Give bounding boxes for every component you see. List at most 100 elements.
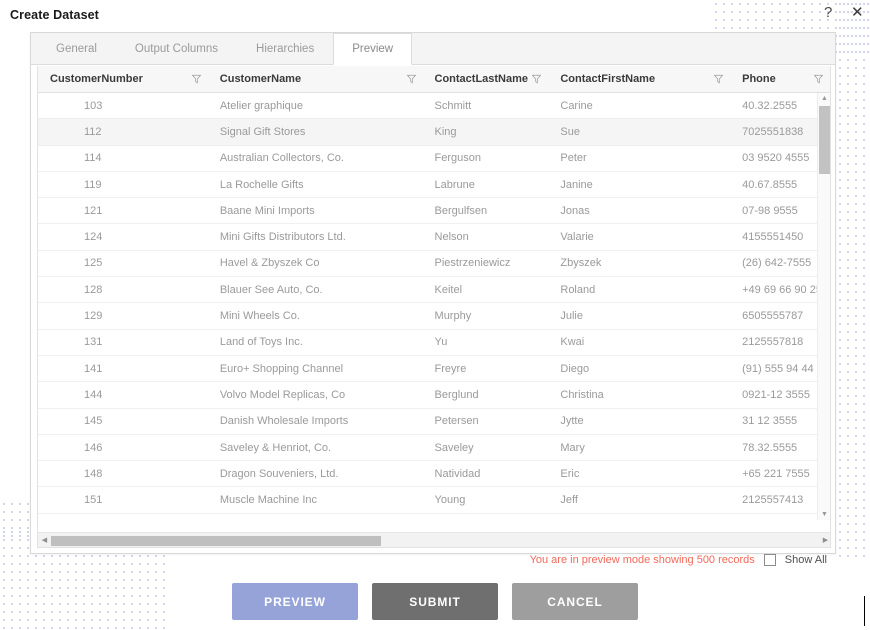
- filter-icon[interactable]: [813, 74, 823, 84]
- table-cell: Peter: [560, 152, 587, 165]
- table-cell: 151: [84, 494, 103, 507]
- column-header-label: ContactFirstName: [560, 73, 656, 85]
- tab-label: Hierarchies: [256, 43, 315, 55]
- tab-label: Output Columns: [134, 43, 219, 55]
- table-cell: Murphy: [434, 310, 472, 323]
- table-cell: 7025551838: [742, 125, 804, 138]
- text-cursor-artifact: [864, 596, 865, 626]
- table-row[interactable]: 124 Mini Gifts Distributors Ltd. Nelson Val…: [38, 224, 830, 251]
- vertical-scroll-thumb[interactable]: [819, 106, 830, 174]
- table-row[interactable]: 145 Danish Wholesale Imports Petersen Jytte…: [38, 409, 830, 435]
- table-cell: Sue: [560, 125, 580, 138]
- table-cell: Ferguson: [434, 152, 482, 165]
- filter-icon[interactable]: [714, 74, 724, 84]
- tab-label: Preview: [352, 43, 394, 55]
- table-row[interactable]: 128 Blauer See Auto, Co. Keitel Roland +49 6…: [38, 277, 830, 304]
- table-row[interactable]: 125 Havel & Zbyszek Co Piestrzeniewicz Zbys…: [38, 251, 830, 278]
- dialog-button-bar: PREVIEW SUBMIT CANCEL: [0, 583, 870, 620]
- table-row[interactable]: 144 Volvo Model Replicas, Co Berglund Chris…: [38, 382, 830, 409]
- preview-button[interactable]: PREVIEW: [232, 583, 358, 620]
- table-row[interactable]: 119 La Rochelle Gifts Labrune Janine 40.67.8…: [38, 172, 830, 199]
- table-row[interactable]: 129 Mini Wheels Co. Murphy Julie 6505555787: [38, 303, 830, 330]
- table-cell: Bergulfsen: [434, 204, 488, 217]
- table-row[interactable]: 121 Baane Mini Imports Bergulfsen Jonas 07-9…: [38, 198, 830, 225]
- table-cell: Keitel: [434, 283, 463, 296]
- table-cell: 114: [84, 152, 102, 165]
- column-header-customername[interactable]: CustomerName: [208, 66, 423, 92]
- table-row[interactable]: 114 Australian Collectors, Co. Ferguson Pet…: [38, 146, 830, 172]
- table-cell: Mary: [560, 441, 585, 454]
- table-cell: 129: [84, 310, 103, 323]
- preview-footer: You are in preview mode showing 500 reco…: [37, 548, 829, 572]
- table-row[interactable]: 103 Atelier graphique Schmitt Carine 40.32.2…: [38, 93, 830, 120]
- table-cell: 40.32.2555: [742, 99, 798, 112]
- table-cell: King: [434, 125, 457, 138]
- table-cell: Carine: [560, 99, 593, 112]
- tab-preview[interactable]: Preview: [333, 33, 413, 65]
- table-cell: 128: [84, 283, 103, 296]
- tab-strip: General Output Columns Hierarchies Preview: [31, 33, 835, 65]
- table-row[interactable]: 151 Muscle Machine Inc Young Jeff 2125557413: [38, 487, 830, 514]
- help-icon[interactable]: ?: [824, 5, 832, 20]
- table-cell: 121: [84, 204, 103, 217]
- column-header-contactlastname[interactable]: ContactLastName: [423, 66, 549, 92]
- table-cell: Natividad: [434, 467, 481, 480]
- column-header-contactfirstname[interactable]: ContactFirstName: [548, 66, 730, 92]
- submit-button[interactable]: SUBMIT: [372, 583, 498, 620]
- table-cell: Baane Mini Imports: [219, 204, 315, 217]
- tab-label: General: [56, 43, 97, 55]
- table-cell: Christina: [560, 388, 604, 401]
- tab-output-columns[interactable]: Output Columns: [116, 33, 237, 64]
- table-cell: 07-98 9555: [742, 204, 798, 217]
- table-cell: Euro+ Shopping Channel: [219, 362, 344, 375]
- table-row[interactable]: 148 Dragon Souveniers, Ltd. Natividad Eric +…: [38, 461, 830, 488]
- table-cell: Dragon Souveniers, Ltd.: [219, 467, 339, 480]
- table-cell: Saveley: [434, 441, 474, 454]
- table-row[interactable]: 141 Euro+ Shopping Channel Freyre Diego (91)…: [38, 356, 830, 383]
- scroll-down-arrow-icon[interactable]: ▼: [818, 509, 830, 520]
- grid-header-row: CustomerNumber CustomerName ContactLastNam…: [38, 66, 830, 93]
- table-cell: Saveley & Henriot, Co.: [219, 441, 332, 454]
- table-cell: Jeff: [560, 494, 578, 507]
- table-cell: Australian Collectors, Co.: [219, 152, 344, 165]
- show-all-checkbox[interactable]: [763, 554, 776, 566]
- horizontal-scroll-thumb[interactable]: [51, 535, 381, 546]
- show-all-label[interactable]: Show All: [785, 554, 827, 566]
- table-cell: Labrune: [434, 178, 475, 191]
- horizontal-scroll-track[interactable]: [51, 533, 819, 548]
- filter-icon[interactable]: [191, 74, 201, 84]
- tab-hierarchies[interactable]: Hierarchies: [237, 33, 333, 64]
- column-header-phone[interactable]: Phone: [730, 66, 830, 92]
- cancel-button[interactable]: CANCEL: [512, 583, 638, 620]
- table-cell: Schmitt: [434, 99, 472, 112]
- table-row[interactable]: 146 Saveley & Henriot, Co. Saveley Mary 78.3…: [38, 435, 830, 462]
- table-cell: 4155551450: [742, 231, 804, 244]
- table-cell: Jytte: [560, 415, 584, 428]
- table-cell: 146: [84, 441, 103, 454]
- close-icon[interactable]: ✕: [851, 5, 864, 20]
- table-row[interactable]: 131 Land of Toys Inc. Yu Kwai 2125557818: [38, 330, 830, 356]
- table-cell: Janine: [560, 178, 593, 191]
- filter-icon[interactable]: [406, 74, 416, 84]
- scroll-right-arrow-icon[interactable]: ▶: [819, 533, 830, 548]
- table-row[interactable]: 112 Signal Gift Stores King Sue 7025551838: [38, 119, 830, 146]
- filter-icon[interactable]: [532, 74, 542, 84]
- grid-vertical-scrollbar[interactable]: ▲ ▼: [817, 93, 830, 520]
- grid-horizontal-scrollbar[interactable]: ◀ ▶: [38, 532, 830, 548]
- table-cell: La Rochelle Gifts: [219, 178, 304, 191]
- table-cell: 145: [84, 415, 103, 428]
- column-header-customernumber[interactable]: CustomerNumber: [38, 66, 208, 92]
- tab-general[interactable]: General: [37, 33, 116, 64]
- app-root: Create Dataset ? ✕ General Output Columns…: [0, 0, 870, 630]
- table-cell: 78.32.5555: [742, 441, 798, 454]
- table-cell: 148: [84, 467, 103, 480]
- grid-body-viewport: 103 Atelier graphique Schmitt Carine 40.32.2…: [38, 93, 830, 520]
- scroll-left-arrow-icon[interactable]: ◀: [38, 533, 51, 548]
- scroll-up-arrow-icon[interactable]: ▲: [818, 93, 830, 104]
- table-cell: Zbyszek: [560, 257, 602, 270]
- table-cell: Freyre: [434, 362, 467, 375]
- table-cell: 112: [84, 125, 102, 138]
- table-cell: Julie: [560, 310, 583, 323]
- table-cell: Atelier graphique: [219, 99, 303, 112]
- preview-grid: CustomerNumber CustomerName ContactLastNam…: [37, 66, 831, 548]
